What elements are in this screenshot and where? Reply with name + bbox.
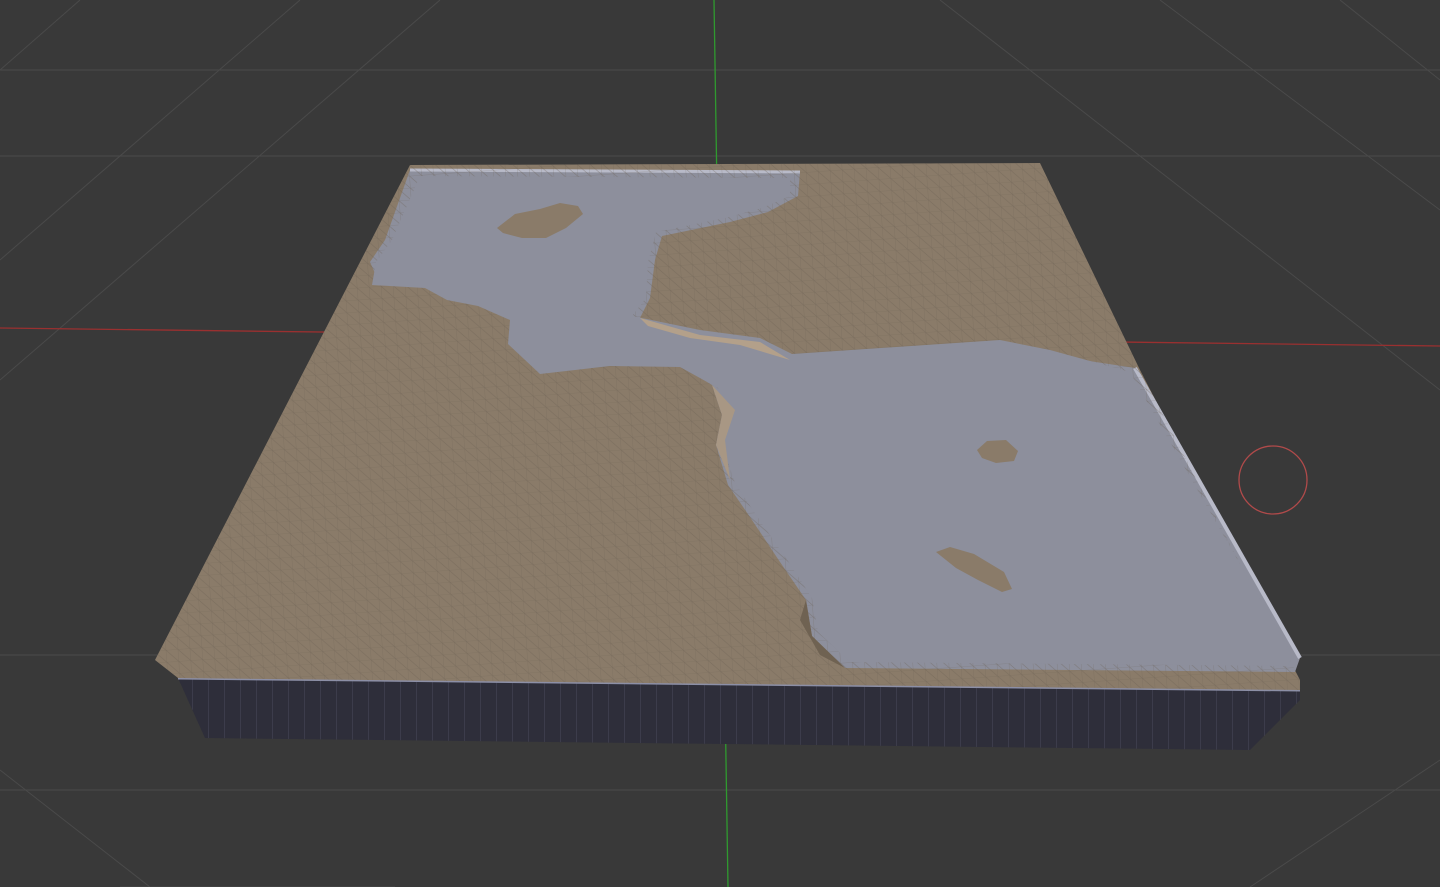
terrain-base [177, 676, 1301, 750]
3d-viewport[interactable] [0, 0, 1440, 887]
terrain-mesh [155, 163, 1302, 690]
view-pivot-circle-icon[interactable] [1238, 445, 1308, 515]
viewport-canvas[interactable] [0, 0, 1440, 887]
